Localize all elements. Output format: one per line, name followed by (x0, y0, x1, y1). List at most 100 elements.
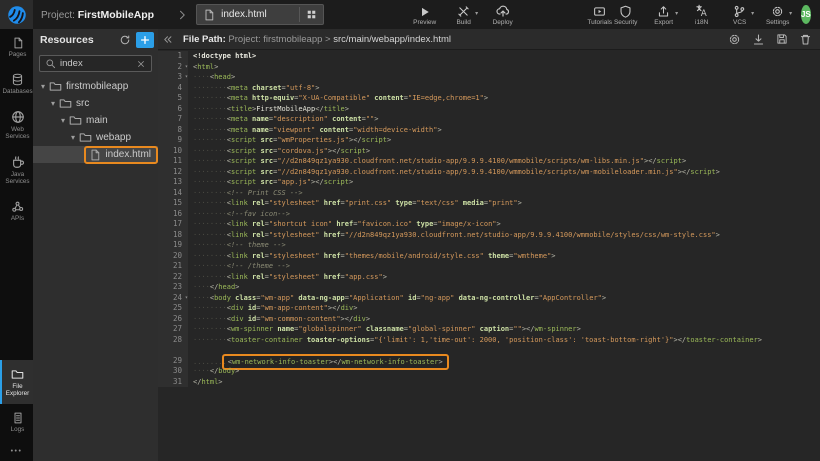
chevron-right-icon (176, 9, 188, 21)
code-line-28[interactable]: 28········<toaster-container toaster-opt… (158, 335, 820, 346)
caret-down-icon[interactable]: ▾ (68, 133, 78, 142)
code-line-20[interactable]: 20········<link rel="stylesheet" href="t… (158, 251, 820, 262)
deploy-button[interactable]: Deploy (490, 4, 516, 26)
code-line-3[interactable]: 3▾····<head> (158, 72, 820, 83)
code-line-13[interactable]: 13········<script src="app.js"></script> (158, 177, 820, 188)
security-button[interactable]: Security (613, 4, 639, 26)
caret-down-icon: ▾ (789, 10, 792, 17)
caret-down-icon[interactable]: ▾ (58, 116, 68, 125)
line-number: 3▾ (158, 72, 188, 83)
breadcrumb-project: Project: firstmobileapp (228, 34, 322, 45)
download-icon[interactable] (752, 33, 765, 46)
code-line-29[interactable]: 29········<wm-network-info-toaster></wm-… (158, 356, 820, 367)
tree-item-firstmobileapp[interactable]: ▾ firstmobileapp (33, 78, 158, 95)
clear-search-icon[interactable] (136, 59, 146, 69)
sidebar-item-apis[interactable]: APIs (0, 192, 33, 229)
code-line-10[interactable]: 10········<script src="cordova.js"></scr… (158, 146, 820, 157)
sidebar-item-label: Logs (3, 426, 33, 433)
preview-button[interactable]: Preview (412, 4, 438, 26)
code-line-18[interactable]: 18········<link rel="stylesheet" href="/… (158, 230, 820, 241)
tree-item-label: firstmobileapp (66, 81, 128, 92)
code-line-27[interactable]: 27········<wm-spinner name="globalspinne… (158, 324, 820, 335)
open-file-tab[interactable]: index.html (196, 4, 324, 25)
tree-item-webapp[interactable]: ▾webapp (33, 129, 158, 146)
code-line-6[interactable]: 6········<title>FirstMobileApp</title> (158, 104, 820, 115)
sidebar-item-logs[interactable]: Logs (0, 404, 33, 440)
coffee-icon (11, 155, 25, 169)
resources-panel: Resources ▾firstmobileapp▾src▾main▾webap… (33, 29, 158, 461)
code-line-17[interactable]: 17········<link rel="shortcut icon" href… (158, 219, 820, 230)
line-number: 4 (158, 83, 188, 94)
code-line-5[interactable]: 5········<meta http-equiv="X-UA-Compatib… (158, 93, 820, 104)
api-icon (11, 200, 24, 213)
code-line-26[interactable]: 26········<div id="wm-common-content"></… (158, 314, 820, 325)
code-line-9[interactable]: 9········<script src="wmProperties.js"><… (158, 135, 820, 146)
tree-item-label: src (76, 98, 89, 109)
folder-icon (79, 131, 92, 144)
line-number: 22 (158, 272, 188, 283)
vcs-icon (733, 5, 746, 18)
caret-down-icon[interactable]: ▾ (38, 82, 48, 91)
code-line-14[interactable]: 14········<!-- Print CSS --> (158, 188, 820, 199)
line-number: 16 (158, 209, 188, 220)
resources-search[interactable] (39, 55, 152, 72)
code-line-21[interactable]: 21········<!-- /theme --> (158, 261, 820, 272)
caret-down-icon[interactable]: ▾ (48, 99, 58, 108)
sidebar-item-databases[interactable]: Databases (0, 65, 33, 102)
code-line-15[interactable]: 15········<link rel="stylesheet" href="p… (158, 198, 820, 209)
collapse-panel-icon[interactable] (162, 34, 173, 45)
folder-icon (59, 97, 72, 110)
left-sidebar: PagesDatabasesWeb ServicesJava Services A… (0, 29, 33, 461)
user-avatar[interactable]: JS (801, 5, 811, 24)
code-line-4[interactable]: 4········<meta charset="utf-8"> (158, 83, 820, 94)
sidebar-bottom-items: File Explorer Logs (0, 360, 33, 440)
sidebar-more-button[interactable]: ••• (0, 440, 33, 461)
code-line-31[interactable]: 31</html> (158, 377, 820, 388)
app-logo[interactable] (0, 0, 33, 29)
code-line-22[interactable]: 22········<link rel="stylesheet" href="a… (158, 272, 820, 283)
code-line-24[interactable]: 24▾····<body class="wm-app" data-ng-app=… (158, 293, 820, 304)
code-line-8[interactable]: 8········<meta name="viewport" content="… (158, 125, 820, 136)
line-number: 2▾ (158, 62, 188, 73)
gear-icon[interactable] (728, 33, 741, 46)
sidebar-item-pages[interactable]: Pages (0, 29, 33, 65)
annotation-highlight: <wm-network-info-toaster></wm-network-in… (222, 354, 449, 370)
vcs-button[interactable]: ▾VCS (727, 4, 753, 26)
sidebar-item-java-services[interactable]: Java Services (0, 147, 33, 192)
trash-icon[interactable] (799, 33, 812, 46)
tutorials-button[interactable]: Tutorials (587, 4, 613, 26)
settings-button[interactable]: ▾Settings (765, 4, 791, 26)
sidebar-item-file-explorer[interactable]: File Explorer (0, 360, 33, 404)
line-number: 15 (158, 198, 188, 209)
code-line-7[interactable]: 7········<meta name="description" conten… (158, 114, 820, 125)
i18n-button[interactable]: Ai18N (689, 4, 715, 26)
save-icon[interactable] (776, 33, 788, 46)
code-lines[interactable]: 1<!doctype html>2▾<html>3▾····<head>4···… (158, 51, 820, 461)
breadcrumb-path: src/main/webapp/index.html (333, 34, 451, 45)
search-input[interactable] (56, 58, 136, 69)
tab-file-name: index.html (221, 9, 293, 20)
sidebar-item-web-services[interactable]: Web Services (0, 102, 33, 147)
code-line-12[interactable]: 12········<script src="//d2n849qz1ya930.… (158, 167, 820, 178)
code-line-2[interactable]: 2▾<html> (158, 62, 820, 73)
action-label: Security (614, 19, 637, 26)
code-line-19[interactable]: 19········<!-- theme --> (158, 240, 820, 251)
video-icon (593, 5, 606, 18)
build-button[interactable]: ▾Build (451, 4, 477, 26)
line-number: 31 (158, 377, 188, 388)
code-line-23[interactable]: 23····</head> (158, 282, 820, 293)
line-number: 30 (158, 366, 188, 377)
tree-item-main[interactable]: ▾main (33, 112, 158, 129)
tree-item-index.html[interactable]: index.html (33, 146, 158, 163)
code-line-25[interactable]: 25········<div id="wm-app-content"></div… (158, 303, 820, 314)
code-line-1[interactable]: 1<!doctype html> (158, 51, 820, 62)
tree-item-src[interactable]: ▾ src (33, 95, 158, 112)
line-number: 18 (158, 230, 188, 241)
sidebar-item-label: APIs (3, 215, 33, 222)
code-line-16[interactable]: 16········<!--fav icon--> (158, 209, 820, 220)
refresh-icon[interactable] (119, 34, 131, 46)
grid-icon[interactable] (306, 9, 317, 20)
code-line-11[interactable]: 11········<script src="//d2n849qz1ya930.… (158, 156, 820, 167)
add-resource-button[interactable] (136, 32, 154, 48)
export-button[interactable]: ▾Export (651, 4, 677, 26)
